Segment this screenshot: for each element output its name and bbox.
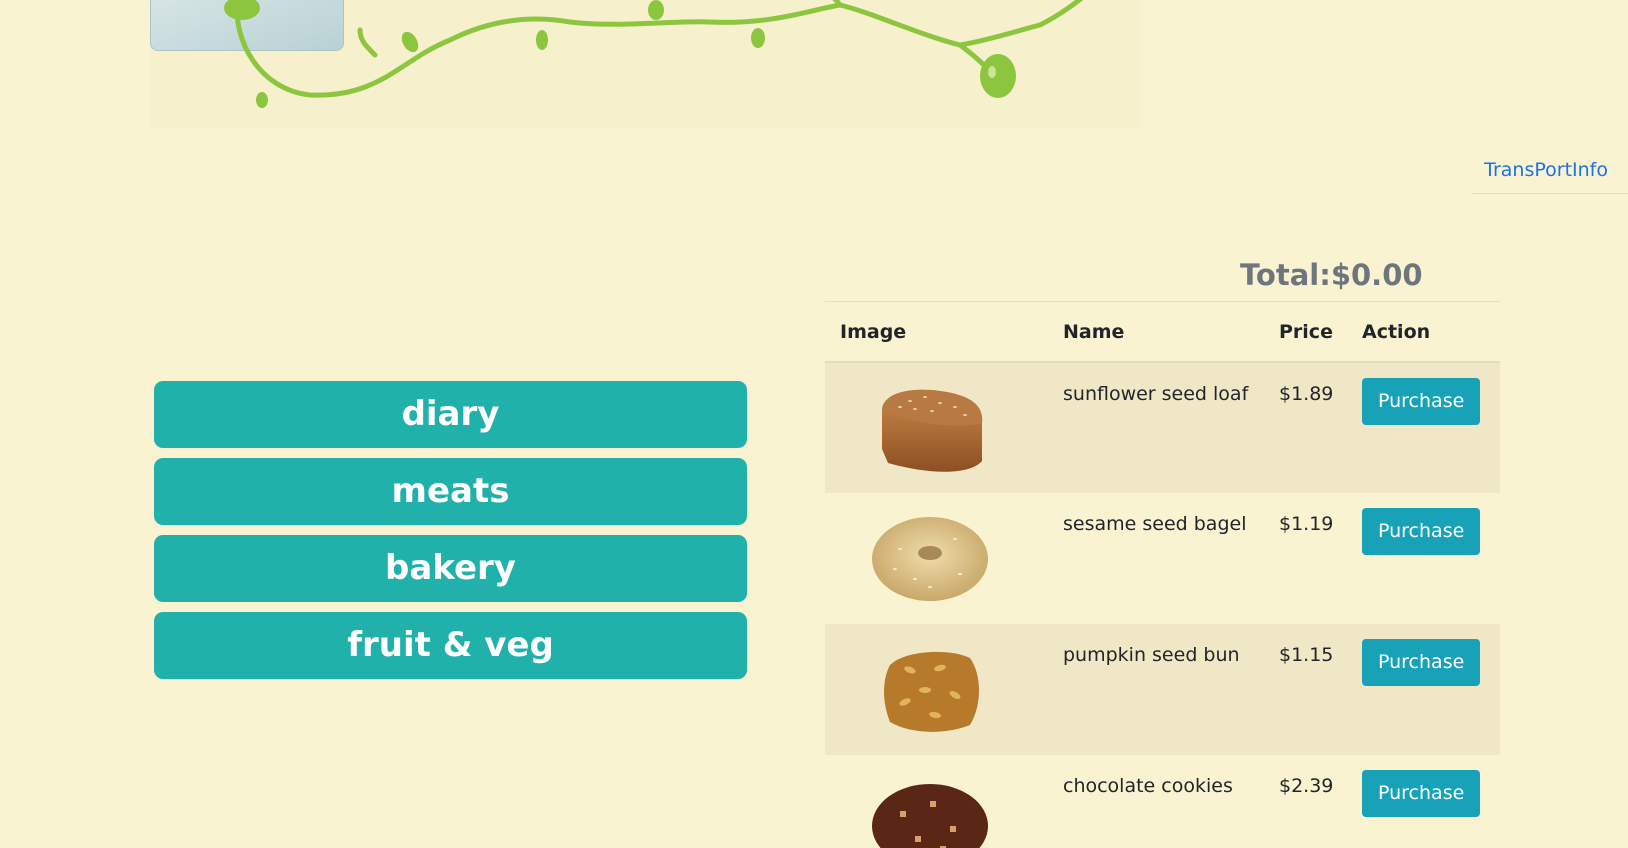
product-price: $1.15 [1264, 624, 1347, 755]
product-action-cell: Purchase [1347, 362, 1500, 493]
category-list: diary meats bakery fruit & veg [154, 381, 747, 689]
page: TransPortInfo diary meats bakery fruit &… [0, 0, 1628, 848]
purchase-button[interactable]: Purchase [1362, 508, 1481, 555]
product-image-cell [825, 362, 1048, 493]
product-price: $1.89 [1264, 362, 1347, 493]
product-name: chocolate cookies [1063, 775, 1233, 797]
transport-info-link[interactable]: TransPortInfo [1471, 150, 1628, 194]
product-name: sesame seed bagel [1063, 513, 1247, 535]
chocolate-cookies-image [872, 784, 988, 848]
table-row: sunflower seed loaf $1.89 Purchase [825, 362, 1500, 493]
table-row: chocolate cookies $2.39 Purchase [825, 755, 1500, 848]
sunflower-seed-loaf-image [882, 389, 983, 472]
purchase-button[interactable]: Purchase [1362, 378, 1481, 425]
column-header-action: Action [1347, 302, 1500, 363]
column-header-image: Image [825, 302, 1048, 363]
sesame-seed-bagel-image [872, 517, 988, 601]
product-name: sunflower seed loaf [1048, 362, 1264, 493]
product-action-cell: Purchase [1347, 493, 1500, 624]
table-header-row: Image Name Price Action [825, 302, 1500, 363]
product-action-cell: Purchase [1347, 755, 1500, 848]
product-action-cell: Purchase [1347, 624, 1500, 755]
category-button-bakery[interactable]: bakery [154, 535, 747, 602]
header-banner [150, 0, 1140, 128]
pumpkin-seed-bun-image [884, 651, 979, 732]
table-row: sesame seed bagel $1.19 Purchase [825, 493, 1500, 624]
category-button-meats[interactable]: meats [154, 458, 747, 525]
cart-total: Total:$0.00 [1240, 258, 1423, 292]
product-image-cell [825, 493, 1048, 624]
product-image-cell [825, 755, 1048, 848]
product-price: $1.19 [1279, 513, 1334, 535]
purchase-button[interactable]: Purchase [1362, 639, 1481, 686]
category-button-fruit-veg[interactable]: fruit & veg [154, 612, 747, 679]
table-row: pumpkin seed bun $1.15 Purchase [825, 624, 1500, 755]
product-price: $2.39 [1279, 775, 1334, 797]
column-header-price: Price [1264, 302, 1347, 363]
column-header-name: Name [1048, 302, 1264, 363]
product-name: pumpkin seed bun [1048, 624, 1264, 755]
category-button-diary[interactable]: diary [154, 381, 747, 448]
purchase-button[interactable]: Purchase [1362, 770, 1481, 817]
product-table: Image Name Price Action sunflower seed l… [825, 302, 1500, 848]
vine-decoration-icon [224, 0, 1084, 108]
product-image-cell [825, 624, 1048, 755]
